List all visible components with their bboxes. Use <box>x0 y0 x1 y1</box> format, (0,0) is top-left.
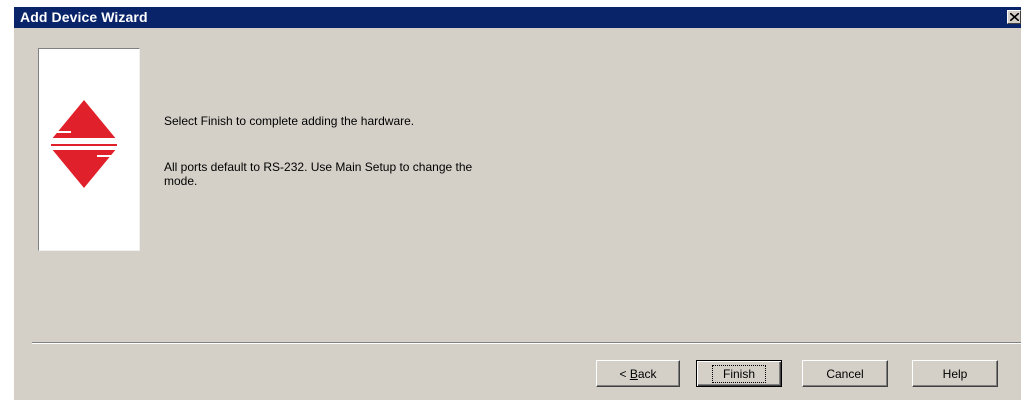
help-button[interactable]: Help <box>912 360 998 387</box>
button-divider <box>32 342 1021 344</box>
wizard-logo-icon <box>51 100 117 188</box>
finish-button[interactable]: Finish <box>696 360 782 387</box>
back-button-prefix: < <box>619 366 630 381</box>
title-bar: Add Device Wizard <box>14 7 1021 28</box>
close-button[interactable] <box>1007 10 1021 24</box>
rs232-note-text: All ports default to RS-232. Use Main Se… <box>164 160 473 188</box>
help-button-label: Help <box>942 366 968 381</box>
back-button-mnemonic: B <box>629 366 638 381</box>
close-icon <box>1010 13 1019 21</box>
back-button-label: ack <box>637 366 657 381</box>
window-title: Add Device Wizard <box>20 9 148 25</box>
finish-button-label: Finish <box>711 364 766 383</box>
back-button[interactable]: < Back <box>596 360 680 387</box>
cancel-button-label: Cancel <box>826 366 864 381</box>
finish-instruction-text: Select Finish to complete adding the har… <box>164 114 415 128</box>
cancel-button[interactable]: Cancel <box>802 360 888 387</box>
wizard-image-panel <box>38 48 140 251</box>
add-device-wizard-dialog: Add Device Wizard Select Finish to compl… <box>14 7 1021 400</box>
